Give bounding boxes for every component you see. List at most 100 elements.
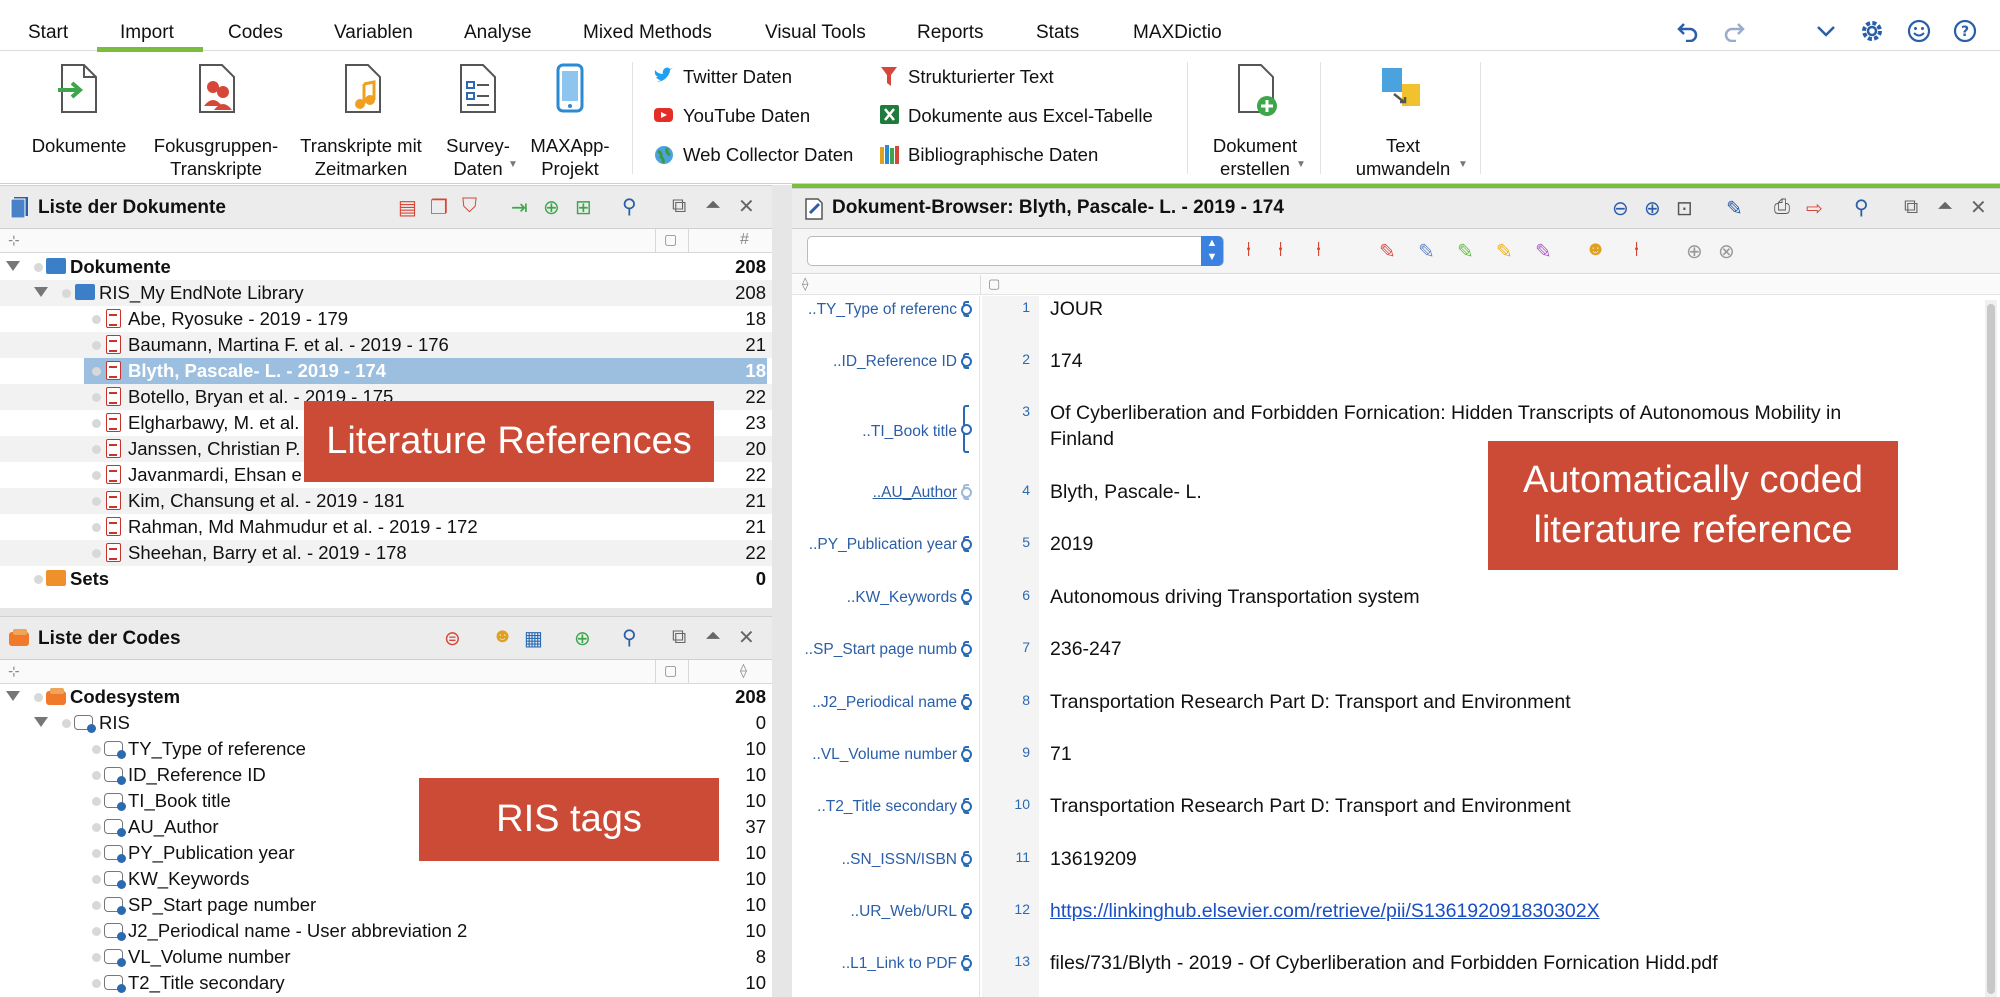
coding-stripe-handle-icon[interactable] [961,958,972,969]
highlighter-purple-icon[interactable]: ✎ [1535,239,1552,264]
smiley-icon[interactable] [1907,19,1931,43]
tree-row-code[interactable]: VL_Volume number 8 [0,944,772,970]
undock-icon[interactable]: ⧉ [672,626,686,649]
coding-stripe-label[interactable]: ..L1_Link to PDF [787,955,957,973]
menu-stats[interactable]: Stats [1036,22,1079,44]
add-link-icon[interactable]: ⊕ [1686,239,1703,264]
dropdown-arrows-icon[interactable]: ▲ ▼ [1201,236,1223,266]
gear-icon[interactable] [1860,19,1884,43]
highlighter-yellow-icon[interactable]: ✎ [1496,239,1513,264]
coding-stripe-label[interactable]: ..PY_Publication year [787,536,957,554]
tree-row-document[interactable]: Rahman, Md Mahmudur et al. - 2019 - 172 2… [0,514,772,540]
coding-stripe-handle-icon[interactable] [961,356,972,367]
undo-icon[interactable] [1676,20,1700,42]
coding-stripe-handle-icon[interactable] [961,854,972,865]
tree-row-code[interactable]: KW_Keywords 10 [0,866,772,892]
coding-stripe-handle-icon[interactable] [961,906,972,917]
search-icon[interactable]: ⚲ [1854,195,1869,220]
undo-coding-icon[interactable]: ⍿ [1634,239,1639,262]
tree-row-document[interactable]: Kim, Chansung et al. - 2019 - 181 21 [0,488,772,514]
zoom-in-icon[interactable]: ⊕ [1644,196,1661,221]
coding-stripe-label[interactable]: ..ID_Reference ID [787,353,957,371]
tree-row-sets[interactable]: Sets 0 [0,566,772,592]
coding-stripe-label[interactable]: ..AU_Author [787,484,957,502]
coding-stripe-handle-icon[interactable] [961,424,972,435]
code-multi-icon[interactable]: ⍿ [1316,239,1321,262]
dropdown-arrow-icon[interactable]: ▼ [508,159,518,170]
minimize-panel-icon[interactable]: ⏶ [705,194,721,217]
undock-icon[interactable]: ⧉ [672,195,686,218]
zoom-out-icon[interactable]: ⊖ [1612,196,1629,221]
close-panel-icon[interactable]: ✕ [738,625,755,650]
coding-stripe-label[interactable]: ..J2_Periodical name [787,694,957,712]
tree-row-document-group[interactable]: RIS_My EndNote Library 208 [0,280,772,306]
memo-column-icon[interactable]: ▢ [664,662,677,679]
tree-row-code[interactable]: SP_Start page number 10 [0,892,772,918]
menu-analyse[interactable]: Analyse [464,22,532,44]
print-icon[interactable]: ⎙ [1774,196,1790,219]
help-icon[interactable]: ? [1953,19,1977,43]
search-icon[interactable]: ⚲ [622,194,637,219]
memo-column-icon[interactable]: ▢ [664,231,677,248]
tree-row-ris-group[interactable]: RIS 0 [0,710,772,736]
expand-arrow-icon[interactable] [6,691,20,701]
coding-stripe-handle-icon[interactable] [961,697,972,708]
paragraph-link[interactable]: https://linkinghub.elsevier.com/retrieve… [1050,900,1600,923]
code-new-icon[interactable]: ⍿ [1278,239,1283,262]
panel-splitter[interactable] [0,608,772,616]
tree-row-code[interactable]: TY_Type of reference 10 [0,736,772,762]
code-filter-icon[interactable]: ⊜ [444,626,461,651]
menu-start[interactable]: Start [28,22,68,44]
highlighter-red-icon[interactable]: ✎ [1379,239,1396,264]
import-icon[interactable]: ⇥ [511,195,528,220]
copy-documents-icon[interactable]: ❐ [430,195,448,220]
minimize-panel-icon[interactable]: ⏶ [1937,195,1953,218]
coding-stripe-label[interactable]: ..VL_Volume number [787,746,957,764]
coding-stripe-handle-icon[interactable] [961,592,972,603]
dropdown-arrow-icon[interactable]: ▼ [1458,159,1468,170]
coding-stripe-handle-icon[interactable] [961,801,972,812]
tree-row-document[interactable]: Sheehan, Barry et al. - 2019 - 178 22 [0,540,772,566]
menu-maxdictio[interactable]: MAXDictio [1133,22,1222,44]
code-select-dropdown[interactable]: ▲ ▼ [807,236,1224,266]
code-pin-icon[interactable]: ⍿ [1246,239,1251,262]
segments-column-icon[interactable]: ⟠ [740,662,747,679]
redo-icon[interactable] [1722,20,1746,42]
tree-row-codesystem[interactable]: Codesystem 208 [0,684,772,710]
scrollbar-thumb[interactable] [1987,304,1995,994]
highlighter-green-icon[interactable]: ✎ [1457,239,1474,264]
close-panel-icon[interactable]: ✕ [738,194,755,219]
menu-codes[interactable]: Codes [228,22,283,44]
convert-text-button[interactable]: Text umwandeln [1340,62,1466,179]
coding-stripe-handle-icon[interactable] [961,749,972,760]
tree-row-document-selected[interactable]: Blyth, Pascale- L. - 2019 - 174 18 [84,358,767,384]
expand-arrow-icon[interactable] [6,261,20,271]
undock-icon[interactable]: ⧉ [1904,196,1918,219]
new-folder-icon[interactable]: ⊞ [575,195,592,220]
tree-row-document[interactable]: Baumann, Martina F. et al. - 2019 - 176 2… [0,332,772,358]
new-document-icon[interactable]: ⊕ [543,195,560,220]
coding-stripe-label[interactable]: ..TY_Type of referenc [787,301,957,319]
coding-stripe-label[interactable]: ..SN_ISSN/ISBN [787,851,957,869]
zoom-100-icon[interactable]: ⊡ [1676,196,1693,221]
new-code-icon[interactable]: ⊕ [574,626,591,651]
export-icon[interactable]: ⇨ [1806,196,1823,221]
tree-row-code[interactable]: T2_Title secondary 10 [0,970,772,996]
import-transcripts-button[interactable]: Transkripte mit Zeitmarken [296,62,426,179]
menu-visual-tools[interactable]: Visual Tools [765,22,866,44]
import-survey-button[interactable]: Survey- Daten [438,62,518,179]
coding-stripe-label[interactable]: ..UR_Web/URL [787,903,957,921]
expand-arrow-icon[interactable] [34,287,48,297]
filter-documents-icon[interactable]: ⛉ [462,195,477,218]
coding-stripe-handle-icon[interactable] [961,304,972,315]
tree-row-documents-root[interactable]: Dokumente 208 [0,254,772,280]
dropdown-arrow-icon[interactable]: ▼ [1296,159,1306,170]
table-icon[interactable]: ▦ [524,626,543,651]
remove-link-icon[interactable]: ⊗ [1718,239,1735,264]
search-icon[interactable]: ⚲ [622,625,637,650]
menu-reports[interactable]: Reports [917,22,984,44]
menu-variablen[interactable]: Variablen [334,22,413,44]
import-documents-button[interactable]: Dokumente [24,62,134,177]
documents-icon[interactable]: ▤ [398,195,417,220]
tree-row-document[interactable]: Abe, Ryosuke - 2019 - 179 18 [0,306,772,332]
